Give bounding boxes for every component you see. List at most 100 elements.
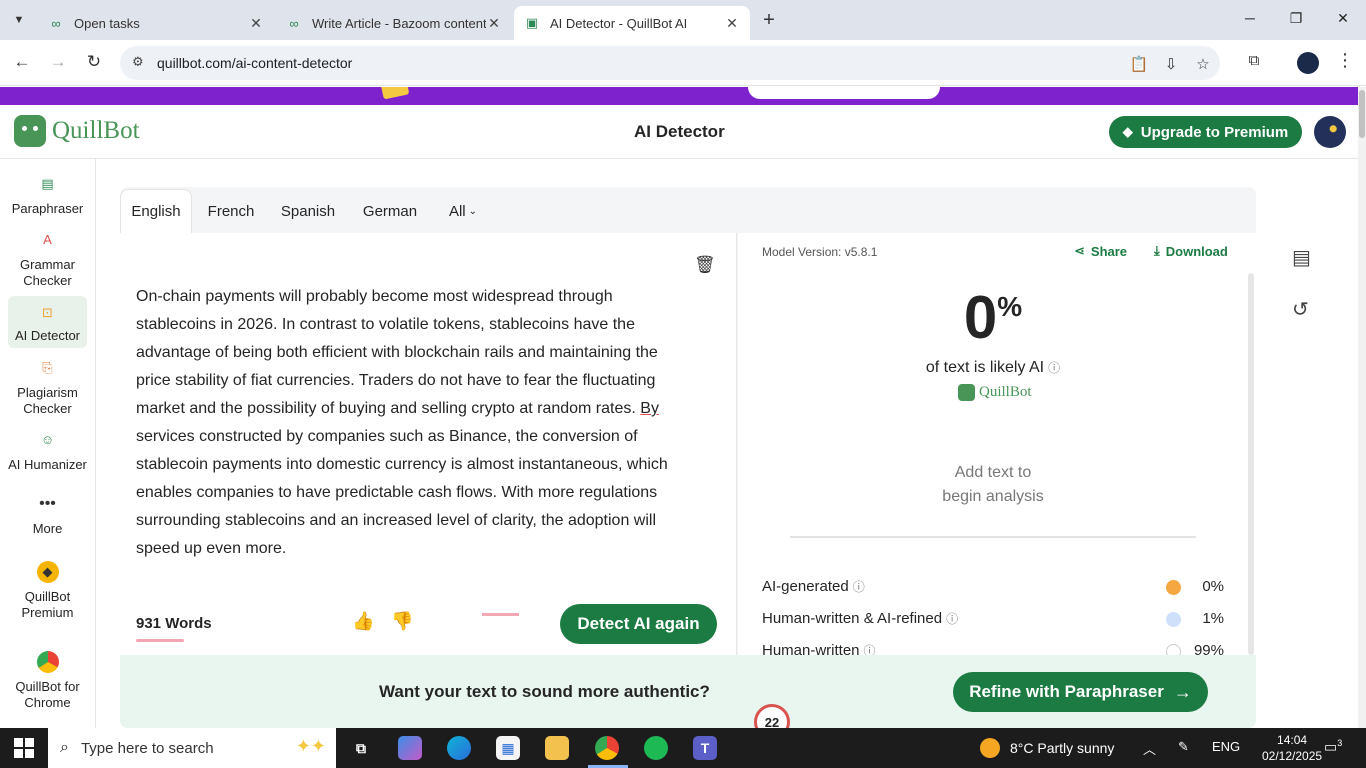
tab-favicon-icon: ∞ <box>289 15 299 31</box>
address-bar[interactable]: ⚙ quillbot.com/ai-content-detector 📋 ⇩ ☆ <box>120 46 1220 80</box>
teams-icon[interactable]: T <box>693 736 717 760</box>
sidebar-item-plagiarism-checker[interactable]: ⎘ Plagiarism Checker <box>8 357 87 417</box>
tab-all-dropdown[interactable]: All ⌄ <box>438 189 488 233</box>
weather-text: 8°C Partly sunny <box>1010 740 1115 756</box>
close-window-icon[interactable]: ✕ <box>1333 10 1353 27</box>
taskbar-clock[interactable]: 14:04 02/12/2025 <box>1262 732 1322 764</box>
tab-spanish[interactable]: Spanish <box>272 189 344 233</box>
results-scrollbar[interactable] <box>1248 273 1254 655</box>
refine-paraphraser-button[interactable]: Refine with Paraphraser → <box>953 672 1208 712</box>
sidebar-item-quillbot-premium[interactable]: ◆ QuillBot Premium <box>8 561 87 621</box>
close-tab-icon[interactable]: ✕ <box>486 15 502 32</box>
tab-label: Spanish <box>280 202 336 220</box>
tab-title: AI Detector - QuillBot AI <box>550 15 688 31</box>
new-tab-button[interactable]: + <box>758 9 780 31</box>
notification-count: 3 <box>1337 738 1343 748</box>
diamond-icon: ◆ <box>1122 124 1133 139</box>
site-info-icon[interactable]: ⚙ <box>132 54 144 70</box>
info-icon[interactable]: ⓘ <box>1048 361 1060 375</box>
info-icon[interactable]: ⓘ <box>864 644 876 655</box>
tab-label: French <box>207 202 255 220</box>
forward-icon[interactable]: → <box>47 52 69 72</box>
quillbot-logo-icon <box>14 115 46 147</box>
notifications-icon[interactable]: ▭3 <box>1324 738 1342 756</box>
comments-icon[interactable]: ▤ <box>1292 245 1311 270</box>
tab-english[interactable]: English <box>120 189 192 233</box>
chrome-taskbar-icon[interactable] <box>595 736 619 760</box>
tray-chevron-up-icon[interactable]: ︿ <box>1143 739 1156 758</box>
promo-banner[interactable] <box>0 87 1358 105</box>
back-icon[interactable]: ← <box>11 52 33 72</box>
url-text[interactable]: quillbot.com/ai-content-detector <box>157 55 352 71</box>
close-tab-icon[interactable]: ✕ <box>724 15 740 32</box>
sidebar-item-ai-humanizer[interactable]: ☺ AI Humanizer <box>8 429 87 489</box>
flagged-word[interactable]: By <box>640 400 659 417</box>
spotify-icon[interactable] <box>644 736 668 760</box>
tab-search-icon[interactable]: ▼ <box>8 9 30 31</box>
sidebar-item-grammar-checker[interactable]: A Grammar Checker <box>8 229 87 289</box>
stat-ai-generated: AI-generated ⓘ 0% <box>762 578 1224 598</box>
task-view-icon[interactable]: ⧉ <box>349 736 373 760</box>
user-avatar[interactable] <box>1314 116 1346 148</box>
pen-icon[interactable]: ✎ <box>1178 739 1189 755</box>
file-explorer-icon[interactable] <box>545 736 569 760</box>
detect-ai-button[interactable]: Detect AI again <box>560 604 717 644</box>
restore-window-icon[interactable]: ❐ <box>1286 10 1306 27</box>
word-count: 931 Words <box>136 615 212 632</box>
tab-title: Write Article - Bazoom content <box>312 15 486 31</box>
info-icon[interactable]: ⓘ <box>853 580 865 594</box>
sidebar-item-label: AI Humanizer <box>8 457 87 472</box>
language-indicator[interactable]: ENG <box>1212 739 1240 754</box>
windows-start-icon[interactable] <box>14 738 34 758</box>
promo-button[interactable] <box>748 87 940 99</box>
copilot-icon[interactable] <box>398 736 422 760</box>
quillbot-logo[interactable]: QuillBot <box>14 115 140 147</box>
extensions-icon[interactable]: ⧉ <box>1244 52 1264 69</box>
sidebar-item-ai-detector[interactable]: ⊡ AI Detector <box>8 296 87 348</box>
sidebar-item-paraphraser[interactable]: ▤ Paraphraser <box>8 173 87 223</box>
tab-german[interactable]: German <box>353 189 427 233</box>
download-label: Download <box>1165 243 1228 259</box>
text-input-panel[interactable]: 🗑 On-chain payments will probably become… <box>120 233 737 655</box>
taskbar-search[interactable]: ⌕ Type here to search ✦✦ <box>48 728 336 768</box>
reload-icon[interactable]: ↻ <box>83 52 105 72</box>
add-text-hint: Add text to begin analysis <box>738 461 1248 509</box>
browser-tab-ai-detector[interactable]: ▣ AI Detector - QuillBot AI ✕ <box>514 6 750 40</box>
store-icon[interactable]: ▦ <box>496 736 520 760</box>
upgrade-label: Upgrade to Premium <box>1140 123 1289 141</box>
info-icon[interactable]: ⓘ <box>946 612 958 626</box>
input-text[interactable]: On-chain payments will probably become m… <box>136 283 696 563</box>
tab-french[interactable]: French <box>198 189 264 233</box>
clipboard-icon[interactable]: 📋 <box>1129 55 1149 73</box>
sidebar-item-more[interactable]: ••• More <box>8 495 87 539</box>
browser-profile-avatar[interactable] <box>1297 52 1319 74</box>
browser-tab-write-article[interactable]: ∞ Write Article - Bazoom content ✕ <box>276 6 512 40</box>
share-button[interactable]: ⋖ Share <box>1074 243 1127 259</box>
trash-icon[interactable]: 🗑 <box>694 255 716 275</box>
page-scrollbar-thumb[interactable] <box>1359 90 1365 138</box>
close-tab-icon[interactable]: ✕ <box>248 15 264 32</box>
more-icon: ••• <box>39 495 56 512</box>
ai-detector-icon: ⊡ <box>42 305 53 320</box>
sidebar-item-label: More <box>32 521 63 536</box>
text-segment: services constructed by companies such a… <box>136 428 668 557</box>
browser-tab-open-tasks[interactable]: ∞ Open tasks ✕ <box>38 6 274 40</box>
humanizer-icon: ☺ <box>40 432 55 447</box>
bookmark-star-icon[interactable]: ☆ <box>1193 55 1213 73</box>
minimize-window-icon[interactable]: ─ <box>1240 10 1260 26</box>
thumbs-down-icon[interactable]: 👎 <box>391 611 413 632</box>
ai-percentage: 0% <box>738 283 1248 352</box>
browser-menu-icon[interactable]: ⋮ <box>1336 50 1354 71</box>
sidebar-item-label: QuillBot Premium <box>21 589 74 620</box>
history-icon[interactable]: ↺ <box>1292 297 1309 322</box>
tab-label: German <box>362 202 418 220</box>
edge-icon[interactable] <box>447 736 471 760</box>
weather-widget[interactable]: 8°C Partly sunny <box>980 738 1114 758</box>
sidebar-item-quillbot-chrome[interactable]: QuillBot for Chrome <box>8 651 87 711</box>
thumbs-up-icon[interactable]: 👍 <box>352 611 374 632</box>
upgrade-premium-button[interactable]: ◆ Upgrade to Premium <box>1109 116 1302 148</box>
install-app-icon[interactable]: ⇩ <box>1161 55 1181 73</box>
download-button[interactable]: ⤓ Download <box>1154 243 1228 259</box>
likely-ai-label: of text is likely AI ⓘ <box>738 359 1248 377</box>
page-scrollbar[interactable] <box>1358 87 1366 728</box>
